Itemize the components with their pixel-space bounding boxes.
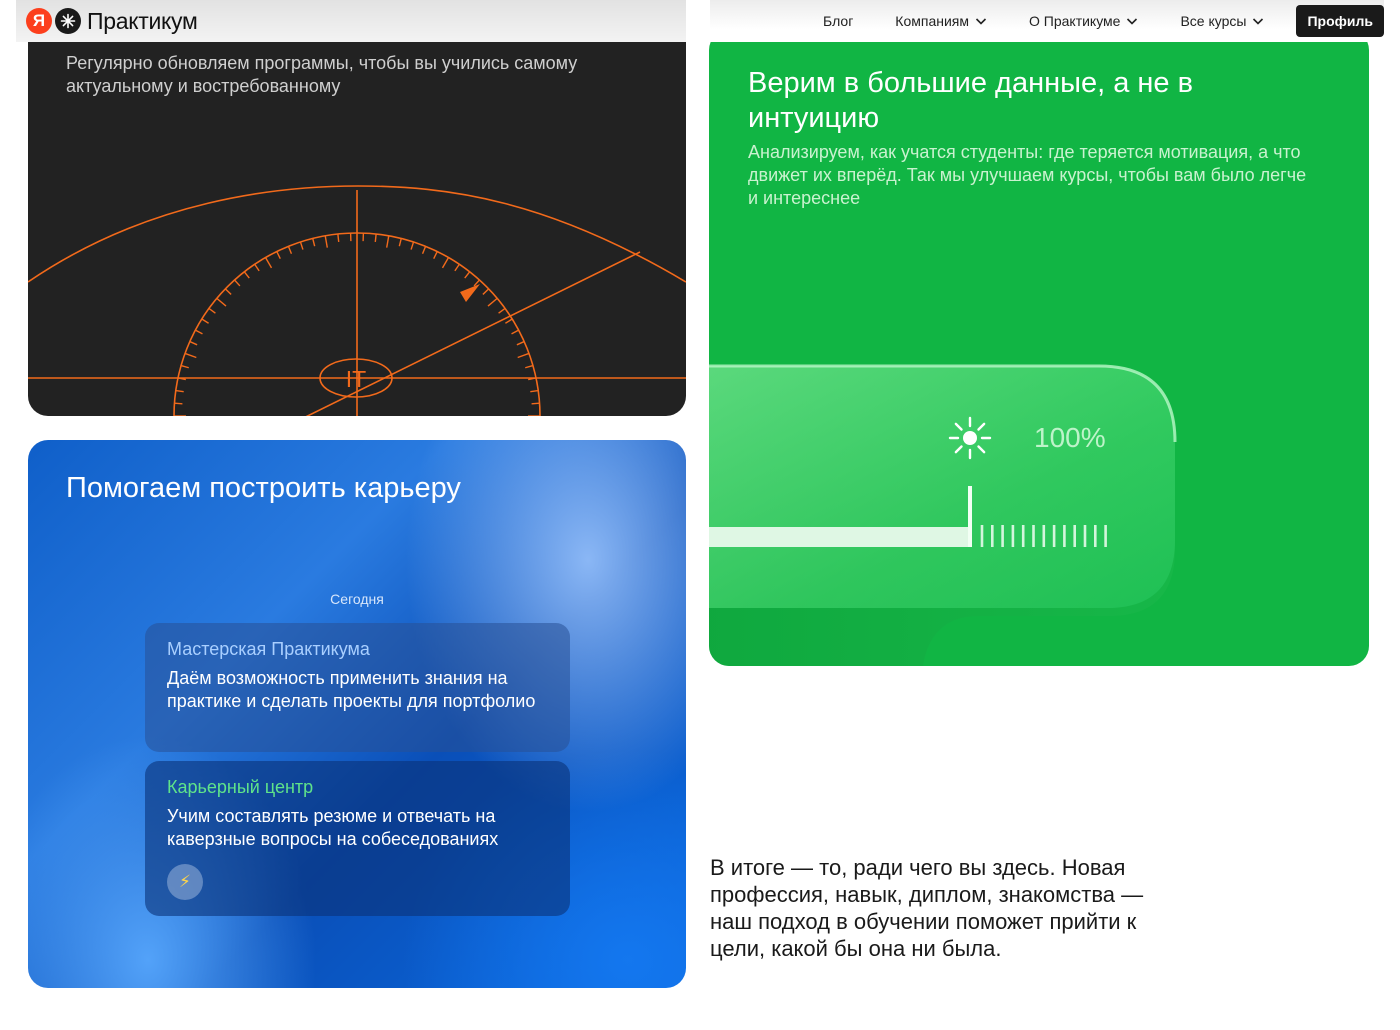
gauge-illustration: IT (28, 185, 686, 416)
chevron-down-icon (975, 18, 987, 25)
career-card: Помогаем построить карьеру Сегодня Масте… (28, 440, 686, 988)
big-data-card: Верим в большие данные, а не в интуицию … (709, 30, 1369, 666)
nav-item-label: Блог (823, 13, 854, 29)
career-title: Помогаем построить карьеру (66, 472, 461, 504)
today-label: Сегодня (330, 591, 384, 607)
workshop-bubble: Мастерская Практикума Даём возможность п… (145, 623, 570, 752)
gauge-label: IT (346, 366, 366, 392)
main-nav: Блог Компаниям О Практикуме Все курсы Пр… (710, 0, 1384, 42)
career-center-title: Карьерный центр (167, 777, 314, 797)
career-center-text: Учим составлять резюме и отвечать на кав… (167, 806, 499, 849)
chevron-down-icon (1127, 18, 1138, 25)
progress-illustration: 100% (709, 364, 1177, 666)
programs-update-card: Регулярно обновляем программы, чтобы вы … (28, 0, 686, 416)
profile-button[interactable]: Профиль (1296, 5, 1384, 37)
logo[interactable]: Я Практикум (16, 0, 686, 42)
nav-item-companies[interactable]: Компаниям (895, 13, 987, 29)
nav-item-about[interactable]: О Практикуме (1029, 13, 1138, 29)
praktikum-star-icon (55, 8, 81, 34)
logo-text: Практикум (87, 7, 198, 34)
nav-item-all-courses[interactable]: Все курсы (1180, 13, 1264, 29)
workshop-text: Даём возможность применить знания на пра… (167, 668, 536, 711)
yandex-logo-icon: Я (26, 8, 52, 34)
nav-item-label: Компаниям (895, 13, 969, 29)
chevron-down-icon (1253, 18, 1264, 25)
site-header: Я Практикум Блог Компаниям О Практикуме … (16, 0, 1384, 42)
workshop-title: Мастерская Практикума (167, 639, 370, 659)
nav-item-label: О Практикуме (1029, 13, 1121, 29)
gauge-arrow (460, 284, 480, 302)
page: Регулярно обновляем программы, чтобы вы … (0, 0, 1400, 1030)
lightning-icon: ⚡ (167, 864, 203, 900)
nav-item-blog[interactable]: Блог (823, 13, 853, 29)
nav-item-label: Все курсы (1180, 13, 1247, 29)
summary-text: В итоге — то, ради чего вы здесь. Новая … (710, 855, 1144, 961)
progress-bar-fill (709, 527, 971, 547)
sun-icon (948, 416, 992, 460)
career-center-bubble: Карьерный центр Учим составлять резюме и… (145, 761, 570, 916)
progress-label: 100% (1034, 422, 1106, 453)
